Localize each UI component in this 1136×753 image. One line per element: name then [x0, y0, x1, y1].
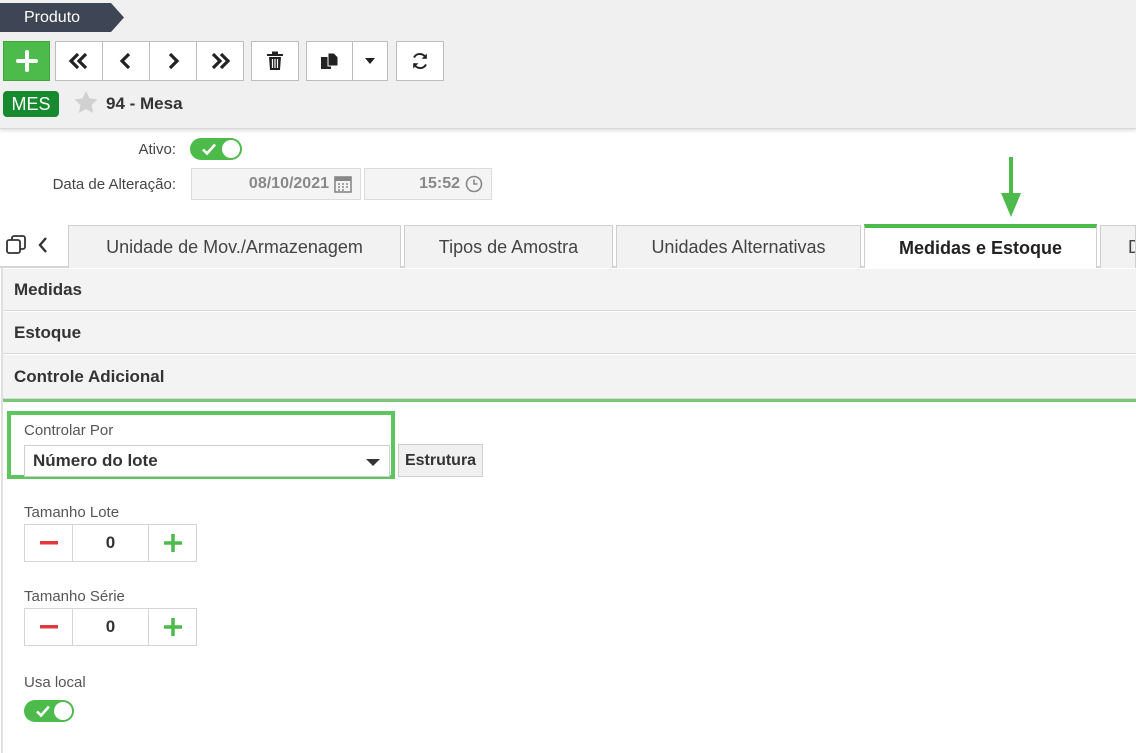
- time-value: 15:52: [419, 175, 460, 192]
- section-controle-adicional[interactable]: Controle Adicional: [3, 355, 1136, 399]
- copy-button[interactable]: [306, 41, 353, 81]
- breadcrumb-label: Produto: [24, 9, 81, 26]
- plus-icon: [163, 534, 182, 552]
- section-controle-adicional-label: Controle Adicional: [14, 366, 165, 386]
- minus-icon: [39, 541, 58, 545]
- tab-partial-next[interactable]: D: [1100, 225, 1136, 268]
- toggle-knob: [54, 702, 72, 720]
- data-alteracao-label: Data de Alteração:: [52, 176, 176, 193]
- tamanho-lote-input[interactable]: 0: [73, 524, 148, 562]
- add-button[interactable]: [3, 41, 50, 81]
- first-icon: [68, 52, 88, 70]
- time-field: 15:52: [364, 168, 492, 200]
- tab-nav-controls: [5, 234, 49, 256]
- tamanho-lote-stepper: 0: [24, 524, 197, 562]
- tamanho-lote-increment-button[interactable]: [148, 524, 197, 562]
- section-medidas-label: Medidas: [14, 279, 83, 299]
- tamanho-serie-input[interactable]: 0: [73, 608, 148, 646]
- tab-scroll-left-icon[interactable]: [37, 236, 49, 254]
- tamanho-serie-increment-button[interactable]: [148, 608, 197, 646]
- toggle-knob: [222, 140, 240, 158]
- copy-options-dropdown[interactable]: [352, 41, 388, 81]
- date-field: 08/10/2021: [191, 168, 361, 200]
- tamanho-lote-label: Tamanho Lote: [24, 504, 120, 521]
- section-estoque-label: Estoque: [14, 322, 82, 342]
- previous-record-button[interactable]: [102, 41, 150, 81]
- record-code-badge: MES: [3, 91, 59, 117]
- tamanho-lote-decrement-button[interactable]: [24, 524, 73, 562]
- plus-icon: [163, 618, 182, 636]
- copy-icon: [320, 52, 338, 69]
- trash-icon: [267, 51, 283, 70]
- first-record-button[interactable]: [55, 41, 103, 81]
- last-record-button[interactable]: [196, 41, 244, 81]
- usa-local-toggle[interactable]: [24, 700, 74, 722]
- tab-tipos-de-amostra[interactable]: Tipos de Amostra: [404, 225, 613, 268]
- controlar-por-label: Controlar Por: [24, 422, 114, 439]
- tab-medidas-e-estoque[interactable]: Medidas e Estoque: [864, 224, 1097, 268]
- tamanho-serie-stepper: 0: [24, 608, 197, 646]
- ativo-label: Ativo:: [138, 141, 176, 158]
- section-open-indicator: [3, 399, 1136, 402]
- section-medidas[interactable]: Medidas: [3, 269, 1136, 311]
- ativo-toggle[interactable]: [190, 138, 242, 160]
- usa-local-label: Usa local: [24, 674, 86, 691]
- next-icon: [168, 52, 180, 70]
- calendar-icon: [334, 176, 352, 193]
- breadcrumb[interactable]: Produto: [0, 3, 124, 32]
- estrutura-button[interactable]: Estrutura: [398, 444, 483, 477]
- record-title: 94 - Mesa: [106, 94, 183, 113]
- tamanho-serie-decrement-button[interactable]: [24, 608, 73, 646]
- clock-icon: [465, 175, 483, 193]
- chevron-down-icon: [366, 459, 380, 466]
- refresh-button[interactable]: [396, 41, 444, 81]
- section-estoque[interactable]: Estoque: [3, 312, 1136, 354]
- check-icon: [36, 705, 50, 718]
- delete-button[interactable]: [251, 41, 299, 81]
- controlar-por-value: Número do lote: [33, 451, 158, 470]
- next-record-button[interactable]: [149, 41, 197, 81]
- tab-unidade-mov-armazenagem[interactable]: Unidade de Mov./Armazenagem: [68, 225, 401, 268]
- annotation-arrow-icon: [1001, 157, 1021, 217]
- restore-windows-icon[interactable]: [5, 234, 27, 256]
- last-icon: [211, 52, 231, 70]
- date-value: 08/10/2021: [248, 175, 329, 192]
- refresh-icon: [413, 52, 427, 70]
- caret-down-icon: [365, 58, 375, 64]
- minus-icon: [39, 625, 58, 629]
- favorite-star-icon[interactable]: [74, 91, 98, 113]
- check-icon: [202, 143, 216, 156]
- tab-unidades-alternativas[interactable]: Unidades Alternativas: [616, 225, 861, 268]
- controlar-por-select[interactable]: Número do lote: [24, 445, 390, 477]
- tab-partial-label: D: [1128, 237, 1135, 258]
- tamanho-serie-label: Tamanho Série: [24, 588, 125, 605]
- add-icon: [15, 50, 38, 72]
- prev-icon: [119, 52, 131, 70]
